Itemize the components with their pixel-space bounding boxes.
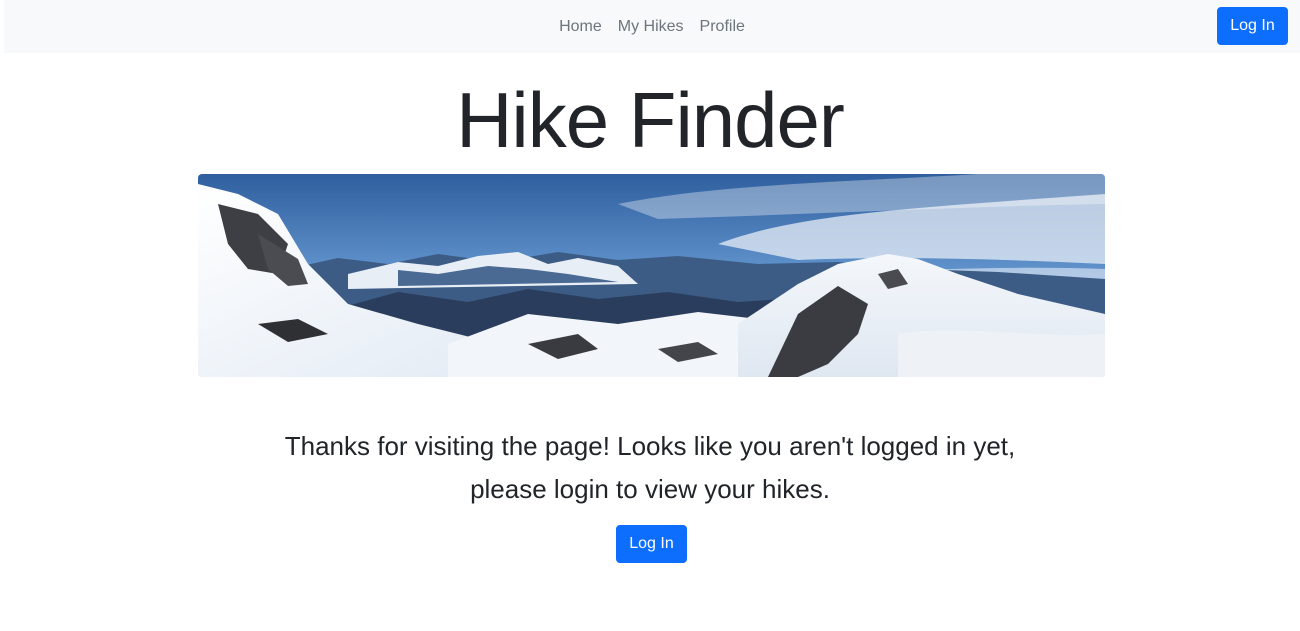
navbar: Home My Hikes Profile Log In xyxy=(4,0,1300,53)
login-button[interactable]: Log In xyxy=(616,525,687,563)
login-prompt-message: Thanks for visiting the page! Looks like… xyxy=(0,425,1300,511)
message-line-2: please login to view your hikes. xyxy=(470,474,830,504)
nav-link-profile[interactable]: Profile xyxy=(692,18,753,36)
hero-image xyxy=(198,174,1105,377)
nav-links: Home My Hikes Profile xyxy=(4,0,1300,53)
nav-login-button[interactable]: Log In xyxy=(1217,7,1288,45)
page-title: Hike Finder xyxy=(456,76,845,164)
nav-link-home[interactable]: Home xyxy=(551,18,610,36)
nav-link-my-hikes[interactable]: My Hikes xyxy=(610,18,692,36)
message-line-1: Thanks for visiting the page! Looks like… xyxy=(284,431,1016,461)
